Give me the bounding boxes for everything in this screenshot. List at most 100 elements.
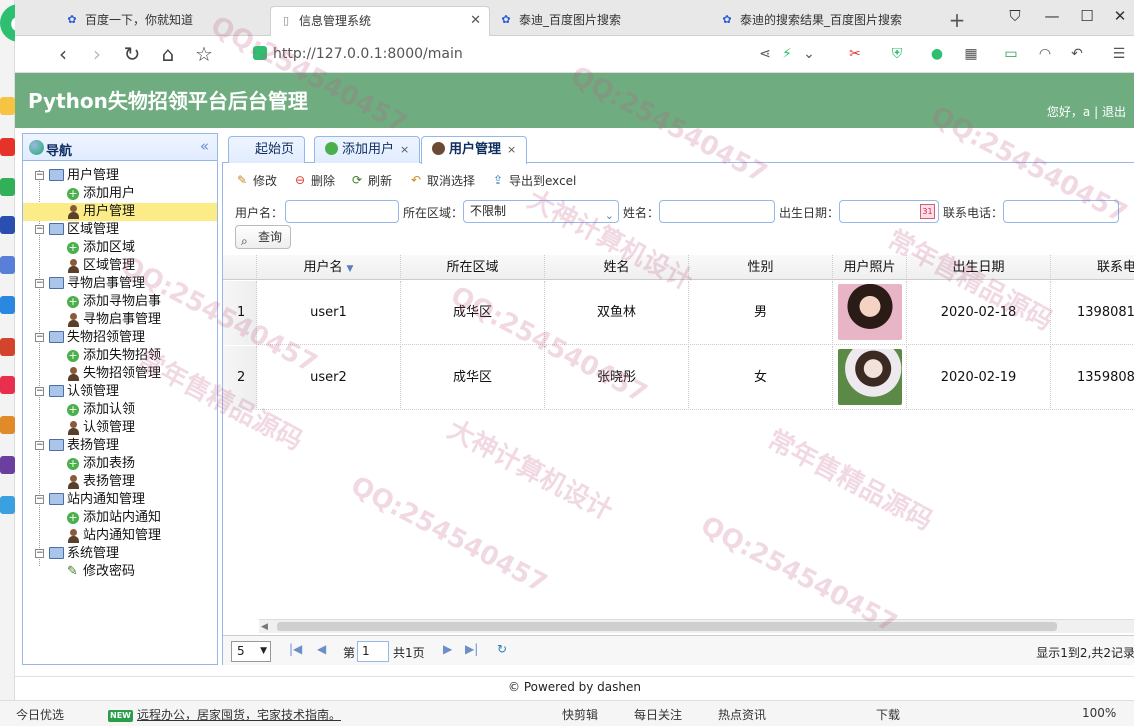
name-input[interactable] <box>659 200 775 223</box>
page-number-input[interactable]: 1 <box>357 641 389 662</box>
weibo-icon[interactable] <box>0 138 15 156</box>
scroll-left-icon[interactable]: ◀ <box>261 620 268 634</box>
export-excel-button[interactable]: ⇪ 导出到excel <box>491 170 576 192</box>
game2-icon[interactable] <box>0 416 15 434</box>
headphones-icon[interactable]: ◠ <box>1035 44 1055 64</box>
collapse-node-icon[interactable]: − <box>35 171 44 180</box>
app-icon[interactable] <box>0 216 15 234</box>
tree-item-add-user[interactable]: + 添加用户 <box>23 185 217 203</box>
tree-item-change-password[interactable]: ✎ 修改密码 <box>23 563 217 581</box>
zoom-level[interactable]: 100% <box>1082 706 1116 720</box>
refresh-button[interactable]: ⟳ 刷新 <box>350 170 392 192</box>
tree-item-claim-manage[interactable]: 认领管理 <box>23 419 217 437</box>
battery-icon[interactable]: ▭ <box>1001 44 1021 64</box>
col-header-gender[interactable]: 性别 <box>689 255 833 280</box>
tree-item-notice-manage[interactable]: 站内通知管理 <box>23 527 217 545</box>
download-link[interactable]: 下载 <box>876 706 900 723</box>
quick-clip[interactable]: 快剪辑 <box>562 706 598 723</box>
col-header-photo[interactable]: 用户照片 <box>833 255 907 280</box>
tree-item-add-praise[interactable]: + 添加表扬 <box>23 455 217 473</box>
chat-icon[interactable] <box>0 296 15 314</box>
tree-item-user-manage[interactable]: 用户管理 <box>23 203 217 221</box>
col-header-phone[interactable]: 联系电 <box>1051 255 1134 280</box>
new-tab-button[interactable]: + <box>943 6 971 34</box>
username-input[interactable] <box>285 200 399 223</box>
close-tab-icon[interactable]: ✕ <box>470 7 481 35</box>
tree-item-lost-notice-manage[interactable]: 寻物启事管理 <box>23 311 217 329</box>
table-row[interactable]: 1 user1 成华区 双鱼林 男 2020-02-18 1398081 <box>223 281 1134 345</box>
favorite-star-icon[interactable] <box>0 97 15 115</box>
extension-icon[interactable]: ● <box>927 44 947 64</box>
tree-group-found[interactable]: − 失物招领管理 <box>23 329 217 347</box>
shop-icon[interactable] <box>0 376 15 394</box>
news-ticker[interactable]: NEW 远程办公，居家囤货，宅家技术指南。 <box>108 706 341 723</box>
scissors-icon[interactable]: ✂ <box>845 44 865 64</box>
horizontal-scrollbar[interactable]: ◀ <box>259 619 1134 633</box>
calendar-icon[interactable]: 31 <box>920 204 935 219</box>
tab-add-user[interactable]: 添加用户 × <box>314 136 421 163</box>
game3-icon[interactable] <box>0 456 15 474</box>
reload-page-icon[interactable]: ↻ <box>497 642 507 656</box>
tree-group-notice[interactable]: − 站内通知管理 <box>23 491 217 509</box>
tree-item-add-notice[interactable]: + 添加站内通知 <box>23 509 217 527</box>
mail-icon[interactable] <box>0 178 15 196</box>
today-picks[interactable]: 今日优选 <box>16 706 64 723</box>
daily-follow[interactable]: 每日关注 <box>634 706 682 723</box>
hot-news[interactable]: 热点资讯 <box>718 706 766 723</box>
tree-item-add-area[interactable]: + 添加区域 <box>23 239 217 257</box>
collapse-node-icon[interactable]: − <box>35 225 44 234</box>
col-header-username[interactable]: 用户名 ▼ <box>257 255 401 280</box>
edit-button[interactable]: ✎ 修改 <box>235 170 277 192</box>
collapse-node-icon[interactable]: − <box>35 441 44 450</box>
doc-icon[interactable] <box>0 256 15 274</box>
unselect-button[interactable]: ↶ 取消选择 <box>409 170 475 192</box>
browser-tab-baidu[interactable]: ✿ 百度一下，你就知道 <box>57 6 269 36</box>
home-icon[interactable]: ⌂ <box>155 41 181 67</box>
col-header-birth[interactable]: 出生日期 <box>907 255 1051 280</box>
close-tab-icon[interactable]: × <box>400 143 409 156</box>
logout-link[interactable]: 退出 <box>1102 105 1126 119</box>
table-row[interactable]: 2 user2 成华区 张晓彤 女 2020-02-19 1359808 <box>223 346 1134 410</box>
page-size-select[interactable]: 5 ▼ <box>231 641 271 662</box>
shield-icon[interactable]: ⛨ <box>887 44 907 64</box>
tree-item-add-claim[interactable]: + 添加认领 <box>23 401 217 419</box>
browser-tab-teddy-search[interactable]: ✿ 泰迪的搜索结果_百度图片搜索 <box>712 6 924 36</box>
tree-group-area[interactable]: − 区域管理 <box>23 221 217 239</box>
share-icon[interactable]: ⋖ <box>755 44 775 64</box>
game-icon[interactable] <box>0 338 15 356</box>
collapse-node-icon[interactable]: − <box>35 333 44 342</box>
menu-icon[interactable]: ☰ <box>1109 44 1129 64</box>
apps-grid-icon[interactable]: ▦ <box>961 44 981 64</box>
tree-group-user[interactable]: − 用户管理 <box>23 167 217 185</box>
maximize-button[interactable]: ☐ <box>1072 4 1102 28</box>
phone-input[interactable] <box>1003 200 1119 223</box>
tree-item-add-found[interactable]: + 添加失物招领 <box>23 347 217 365</box>
cloud-icon[interactable] <box>0 496 15 514</box>
tree-item-area-manage[interactable]: 区域管理 <box>23 257 217 275</box>
dropdown-icon[interactable]: ⌄ <box>799 44 819 64</box>
skin-icon[interactable]: ⛉ <box>1000 4 1030 28</box>
tree-group-claim[interactable]: − 认领管理 <box>23 383 217 401</box>
query-button[interactable]: ⌕ 查询 <box>235 225 291 249</box>
prev-page-icon[interactable]: ◀ <box>317 642 326 656</box>
tab-user-manage[interactable]: 用户管理 × <box>421 136 528 164</box>
collapse-node-icon[interactable]: − <box>35 495 44 504</box>
area-select[interactable]: 不限制 ⌄ <box>463 200 619 223</box>
first-page-icon[interactable]: |◀ <box>289 642 302 656</box>
minimize-button[interactable]: — <box>1037 4 1067 28</box>
tab-home[interactable]: 起始页 <box>228 136 306 163</box>
undo-icon[interactable]: ↶ <box>1067 44 1087 64</box>
url-input[interactable]: http://127.0.0.1:8000/main <box>253 42 753 66</box>
tree-group-lost-notice[interactable]: − 寻物启事管理 <box>23 275 217 293</box>
close-tab-icon[interactable]: × <box>507 143 516 156</box>
tree-item-praise-manage[interactable]: 表扬管理 <box>23 473 217 491</box>
birth-date-input[interactable]: 31 <box>839 200 939 223</box>
browser-tab-info-system[interactable]: ▯ 信息管理系统 ✕ <box>270 6 490 36</box>
collapse-node-icon[interactable]: − <box>35 549 44 558</box>
collapse-node-icon[interactable]: − <box>35 279 44 288</box>
next-page-icon[interactable]: ▶ <box>443 642 452 656</box>
collapse-node-icon[interactable]: − <box>35 387 44 396</box>
tree-item-found-manage[interactable]: 失物招领管理 <box>23 365 217 383</box>
back-button[interactable]: ‹ <box>50 41 76 67</box>
col-header-name[interactable]: 姓名 <box>545 255 689 280</box>
